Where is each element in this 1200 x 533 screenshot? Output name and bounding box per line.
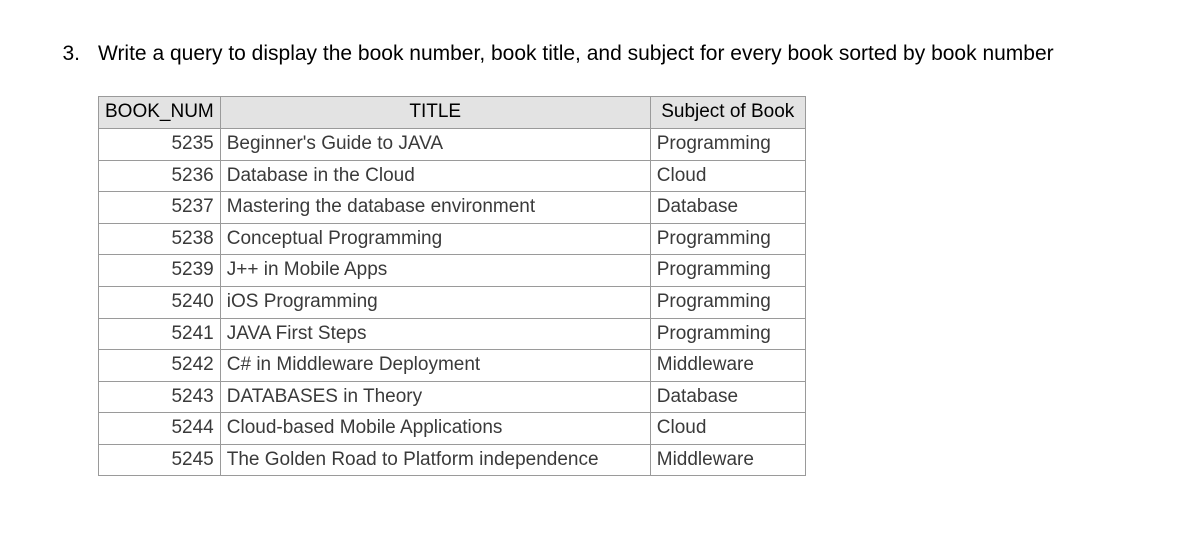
table-row: 5243DATABASES in TheoryDatabase: [99, 381, 806, 413]
table-row: 5241JAVA First StepsProgramming: [99, 318, 806, 350]
cell-book-num: 5238: [99, 223, 221, 255]
cell-book-num: 5237: [99, 192, 221, 224]
cell-title: Beginner's Guide to JAVA: [220, 128, 650, 160]
cell-title: JAVA First Steps: [220, 318, 650, 350]
cell-book-num: 5235: [99, 128, 221, 160]
cell-subject: Programming: [650, 255, 805, 287]
question-text: Write a query to display the book number…: [98, 40, 1160, 68]
cell-subject: Programming: [650, 223, 805, 255]
table-body: 5235Beginner's Guide to JAVAProgramming5…: [99, 128, 806, 476]
cell-book-num: 5239: [99, 255, 221, 287]
table-header-row: BOOK_NUM TITLE Subject of Book: [99, 97, 806, 129]
cell-book-num: 5244: [99, 413, 221, 445]
question-number: 3.: [40, 40, 98, 68]
table-row: 5238Conceptual ProgrammingProgramming: [99, 223, 806, 255]
cell-subject: Middleware: [650, 350, 805, 382]
table-row: 5235Beginner's Guide to JAVAProgramming: [99, 128, 806, 160]
cell-title: Cloud-based Mobile Applications: [220, 413, 650, 445]
page: 3. Write a query to display the book num…: [0, 0, 1200, 533]
cell-book-num: 5236: [99, 160, 221, 192]
table-row: 5236Database in the CloudCloud: [99, 160, 806, 192]
question-line: 3. Write a query to display the book num…: [40, 40, 1160, 68]
cell-subject: Programming: [650, 318, 805, 350]
cell-subject: Middleware: [650, 444, 805, 476]
cell-book-num: 5245: [99, 444, 221, 476]
cell-subject: Programming: [650, 286, 805, 318]
cell-title: C# in Middleware Deployment: [220, 350, 650, 382]
table-row: 5242C# in Middleware DeploymentMiddlewar…: [99, 350, 806, 382]
cell-title: Conceptual Programming: [220, 223, 650, 255]
table-row: 5239J++ in Mobile AppsProgramming: [99, 255, 806, 287]
col-header-subject: Subject of Book: [650, 97, 805, 129]
result-table: BOOK_NUM TITLE Subject of Book 5235Begin…: [98, 96, 806, 476]
cell-subject: Cloud: [650, 160, 805, 192]
table-row: 5245The Golden Road to Platform independ…: [99, 444, 806, 476]
cell-title: DATABASES in Theory: [220, 381, 650, 413]
cell-book-num: 5243: [99, 381, 221, 413]
cell-book-num: 5241: [99, 318, 221, 350]
result-table-wrap: BOOK_NUM TITLE Subject of Book 5235Begin…: [98, 96, 1160, 476]
cell-book-num: 5242: [99, 350, 221, 382]
table-row: 5237Mastering the database environmentDa…: [99, 192, 806, 224]
cell-title: Database in the Cloud: [220, 160, 650, 192]
cell-subject: Programming: [650, 128, 805, 160]
table-row: 5244Cloud-based Mobile ApplicationsCloud: [99, 413, 806, 445]
cell-title: The Golden Road to Platform independence: [220, 444, 650, 476]
cell-title: Mastering the database environment: [220, 192, 650, 224]
cell-title: iOS Programming: [220, 286, 650, 318]
table-row: 5240iOS ProgrammingProgramming: [99, 286, 806, 318]
col-header-book-num: BOOK_NUM: [99, 97, 221, 129]
cell-title: J++ in Mobile Apps: [220, 255, 650, 287]
col-header-title: TITLE: [220, 97, 650, 129]
table-header: BOOK_NUM TITLE Subject of Book: [99, 97, 806, 129]
cell-book-num: 5240: [99, 286, 221, 318]
cell-subject: Database: [650, 381, 805, 413]
cell-subject: Cloud: [650, 413, 805, 445]
cell-subject: Database: [650, 192, 805, 224]
